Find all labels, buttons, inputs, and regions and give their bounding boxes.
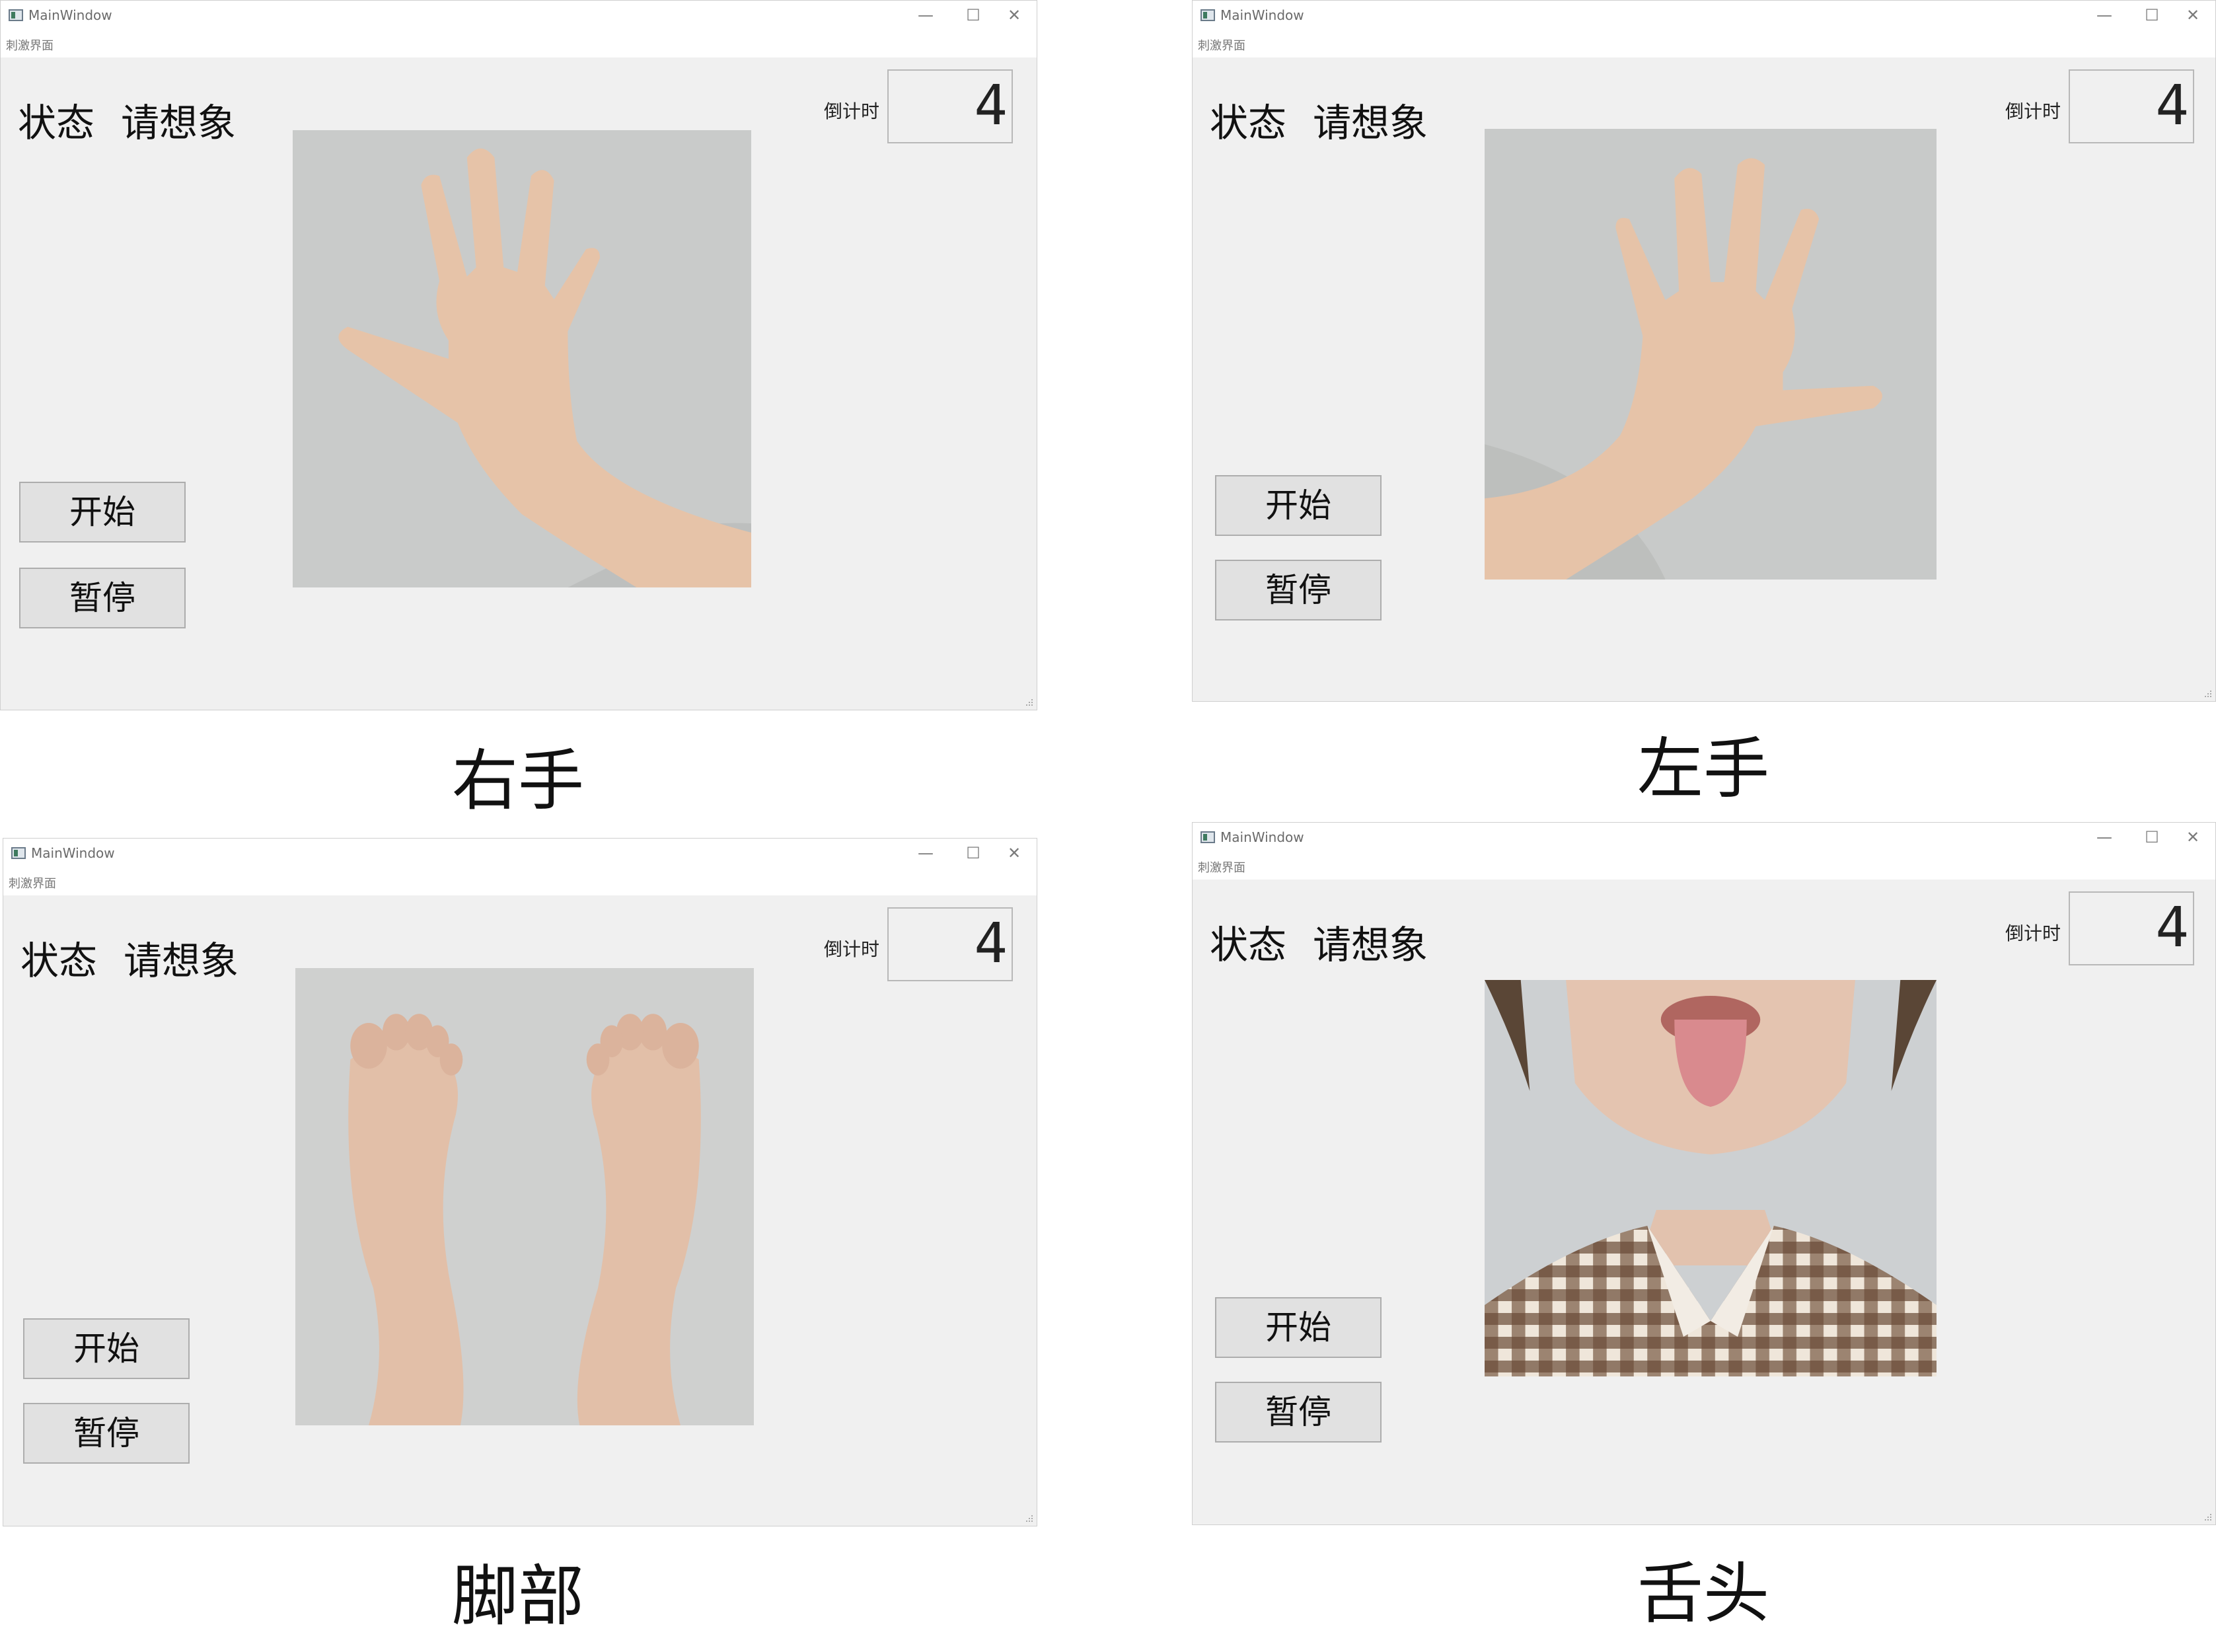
start-button[interactable]: 开始 bbox=[19, 482, 186, 543]
menu-item-stimulus[interactable]: 刺激界面 bbox=[1198, 858, 1245, 876]
start-button[interactable]: 开始 bbox=[23, 1318, 190, 1379]
resize-grip-icon[interactable] bbox=[1025, 698, 1034, 707]
countdown-value: 4 bbox=[2155, 73, 2189, 137]
countdown-value: 4 bbox=[2155, 895, 2189, 959]
menu-bar: 刺激界面 bbox=[1193, 853, 2215, 880]
status-label: 状态 bbox=[20, 938, 98, 983]
close-button[interactable]: ✕ bbox=[1001, 3, 1027, 27]
status-label: 状态 bbox=[1210, 922, 1287, 967]
countdown-label: 倒计时 bbox=[2005, 922, 2061, 944]
minimize-button[interactable]: — bbox=[2091, 825, 2118, 849]
menu-item-stimulus[interactable]: 刺激界面 bbox=[1198, 36, 1245, 54]
maximize-button[interactable]: ☐ bbox=[2139, 825, 2165, 849]
pause-button[interactable]: 暂停 bbox=[1215, 1382, 1382, 1443]
status-value: 请想象 bbox=[124, 938, 239, 983]
caption-feet: 脚部 bbox=[452, 1558, 584, 1635]
right-hand-photo bbox=[293, 130, 751, 587]
countdown-display: 4 bbox=[887, 69, 1013, 143]
status-text: 状态 请想象 bbox=[20, 930, 239, 985]
caption-right-hand: 右手 bbox=[452, 742, 584, 819]
countdown-value: 4 bbox=[974, 911, 1008, 975]
countdown-label: 倒计时 bbox=[824, 938, 880, 960]
app-icon bbox=[11, 847, 26, 859]
start-button[interactable]: 开始 bbox=[1215, 1297, 1382, 1358]
countdown-value: 4 bbox=[974, 73, 1008, 137]
window-title: MainWindow bbox=[1220, 7, 1304, 23]
window-title: MainWindow bbox=[28, 7, 112, 23]
status-label: 状态 bbox=[18, 100, 95, 145]
window-title: MainWindow bbox=[1220, 829, 1304, 845]
menu-bar: 刺激界面 bbox=[3, 869, 1037, 895]
resize-grip-icon[interactable] bbox=[1025, 1514, 1034, 1523]
resize-grip-icon[interactable] bbox=[2203, 1513, 2213, 1522]
main-window: MainWindow — ☐ ✕ 刺激界面 状态 请想象 倒计时 4 开始 暂停 bbox=[1192, 0, 2216, 702]
title-bar[interactable]: MainWindow — ☐ ✕ bbox=[1, 1, 1037, 31]
maximize-button[interactable]: ☐ bbox=[960, 841, 986, 865]
minimize-button[interactable]: — bbox=[912, 3, 939, 27]
status-value: 请想象 bbox=[1313, 100, 1428, 145]
feet-photo bbox=[295, 968, 754, 1425]
left-hand-photo bbox=[1485, 129, 1937, 580]
window-title: MainWindow bbox=[31, 845, 115, 861]
maximize-button[interactable]: ☐ bbox=[2139, 3, 2165, 27]
title-bar[interactable]: MainWindow — ☐ ✕ bbox=[3, 839, 1037, 869]
title-bar[interactable]: MainWindow — ☐ ✕ bbox=[1193, 1, 2215, 31]
countdown-display: 4 bbox=[2069, 69, 2194, 143]
status-text: 状态 请想象 bbox=[1210, 92, 1428, 147]
pause-button[interactable]: 暂停 bbox=[1215, 560, 1382, 620]
menu-bar: 刺激界面 bbox=[1193, 31, 2215, 57]
countdown-display: 4 bbox=[2069, 891, 2194, 965]
app-icon bbox=[1200, 831, 1215, 843]
countdown-label: 倒计时 bbox=[2005, 100, 2061, 122]
status-label: 状态 bbox=[1210, 100, 1287, 145]
menu-item-stimulus[interactable]: 刺激界面 bbox=[9, 874, 56, 891]
title-bar[interactable]: MainWindow — ☐ ✕ bbox=[1193, 823, 2215, 853]
app-icon bbox=[9, 9, 23, 21]
app-icon bbox=[1200, 9, 1215, 21]
maximize-button[interactable]: ☐ bbox=[960, 3, 986, 27]
menu-item-stimulus[interactable]: 刺激界面 bbox=[6, 36, 54, 54]
start-button[interactable]: 开始 bbox=[1215, 475, 1382, 536]
menu-bar: 刺激界面 bbox=[1, 31, 1037, 57]
status-value: 请想象 bbox=[1313, 922, 1428, 967]
countdown-display: 4 bbox=[887, 907, 1013, 981]
close-button[interactable]: ✕ bbox=[1001, 841, 1027, 865]
close-button[interactable]: ✕ bbox=[2180, 825, 2206, 849]
status-value: 请想象 bbox=[121, 100, 237, 145]
resize-grip-icon[interactable] bbox=[2203, 689, 2213, 698]
pause-button[interactable]: 暂停 bbox=[19, 568, 186, 628]
caption-tongue: 舌头 bbox=[1637, 1555, 1769, 1632]
close-button[interactable]: ✕ bbox=[2180, 3, 2206, 27]
status-text: 状态 请想象 bbox=[1210, 914, 1428, 969]
tongue-photo bbox=[1485, 980, 1937, 1376]
caption-left-hand: 左手 bbox=[1637, 730, 1769, 807]
countdown-label: 倒计时 bbox=[824, 100, 880, 122]
pause-button[interactable]: 暂停 bbox=[23, 1403, 190, 1464]
main-window: MainWindow — ☐ ✕ 刺激界面 状态 请想象 倒计时 4 开始 暂停 bbox=[0, 0, 1037, 710]
main-window: MainWindow — ☐ ✕ 刺激界面 状态 请想象 倒计时 4 开始 暂停 bbox=[1192, 822, 2216, 1525]
minimize-button[interactable]: — bbox=[2091, 3, 2118, 27]
status-text: 状态 请想象 bbox=[18, 92, 236, 147]
minimize-button[interactable]: — bbox=[912, 841, 939, 865]
main-window: MainWindow — ☐ ✕ 刺激界面 状态 请想象 倒计时 4 开始 暂停 bbox=[3, 838, 1037, 1526]
